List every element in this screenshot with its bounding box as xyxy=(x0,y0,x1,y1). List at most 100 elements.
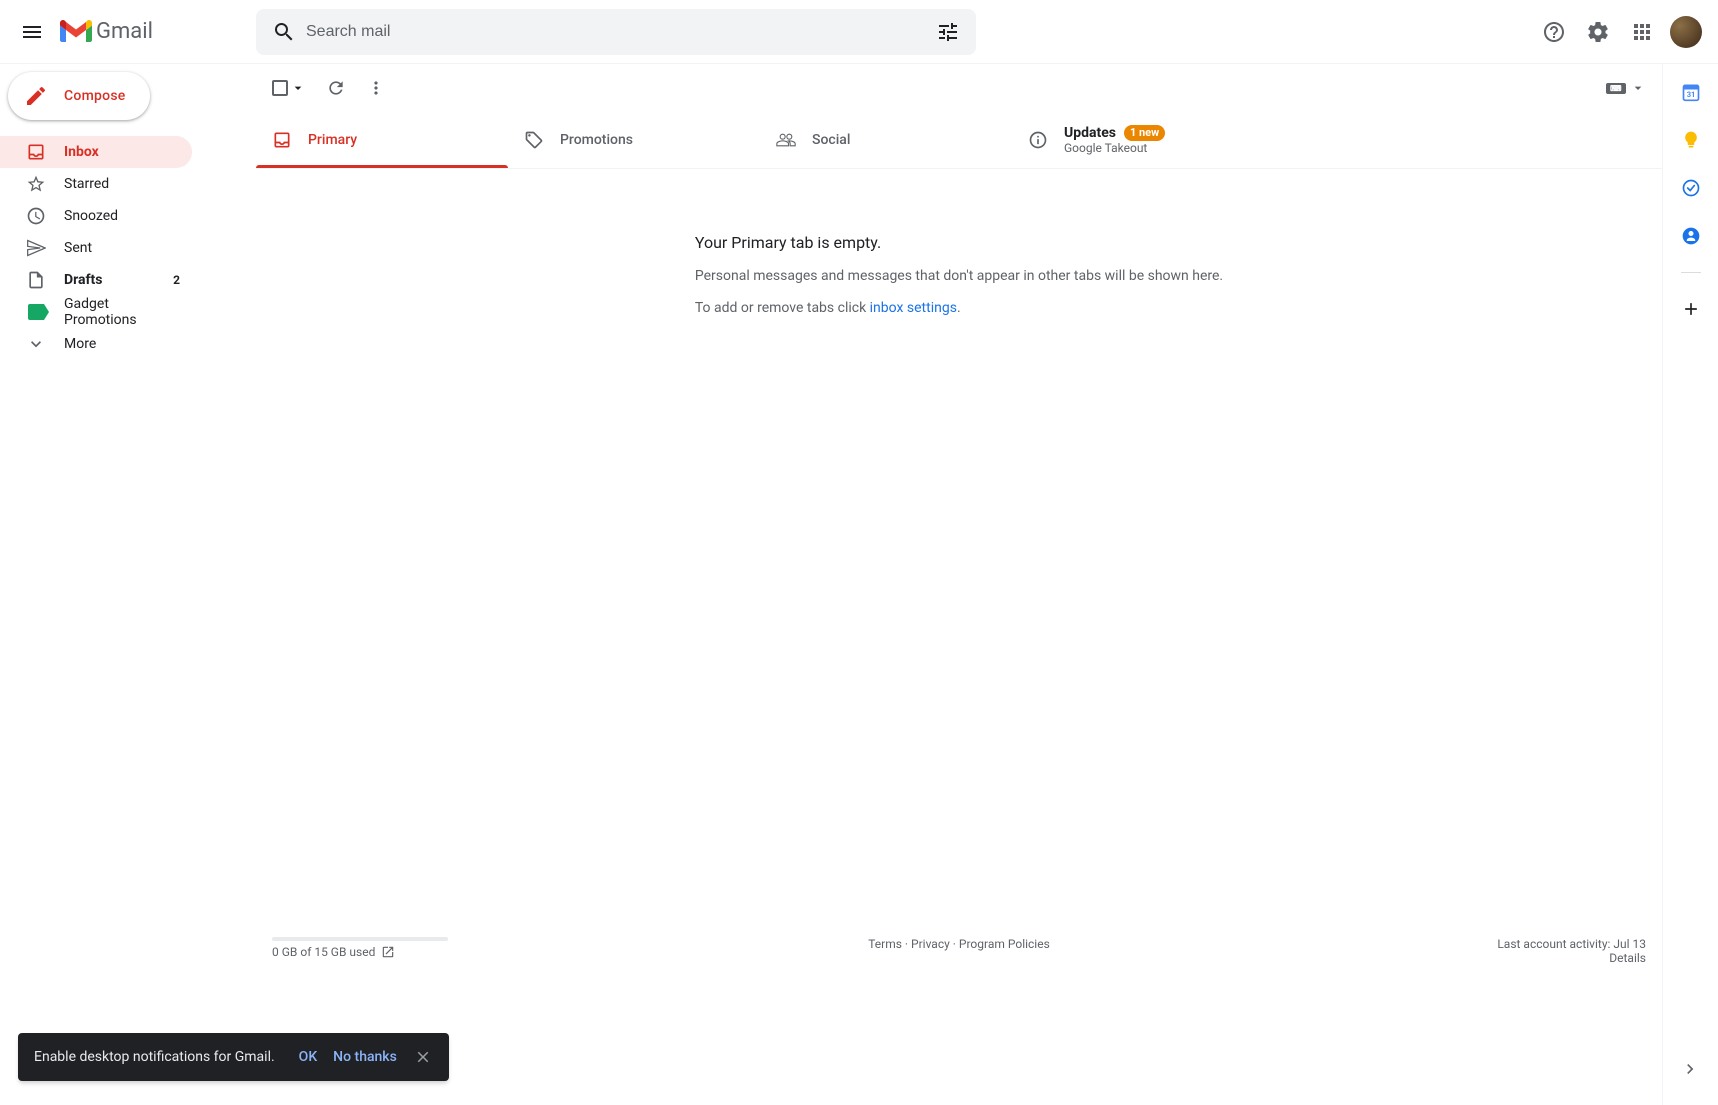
tasks-addon[interactable] xyxy=(1671,168,1711,208)
chevron-down-icon xyxy=(26,334,46,354)
toast-close-button[interactable] xyxy=(405,1039,441,1075)
tab-promotions[interactable]: Promotions xyxy=(508,112,760,168)
refresh-icon xyxy=(326,78,346,98)
search-input[interactable] xyxy=(306,23,926,41)
panel-divider xyxy=(1681,272,1701,273)
hamburger-icon xyxy=(20,20,44,44)
keep-addon[interactable] xyxy=(1671,120,1711,160)
search-form xyxy=(256,9,976,55)
input-tools-button[interactable]: ⌨ xyxy=(1606,80,1646,96)
tab-updates[interactable]: Updates 1 new Google Takeout xyxy=(1012,112,1264,168)
nav-label: Snoozed xyxy=(64,208,180,224)
toast-text: Enable desktop notifications for Gmail. xyxy=(34,1049,275,1065)
contacts-icon xyxy=(1681,226,1701,246)
sidebar: Compose Inbox Starred Snoozed Sent Draft… xyxy=(0,64,256,1105)
side-panel: 31 xyxy=(1662,64,1718,1105)
body: Compose Inbox Starred Snoozed Sent Draft… xyxy=(0,64,1718,1105)
nav-label: More xyxy=(64,336,180,352)
empty-line-1: Personal messages and messages that don'… xyxy=(695,268,1223,284)
footer: 0 GB of 15 GB used Terms · Privacy · Pro… xyxy=(256,929,1662,1105)
empty-state: Your Primary tab is empty. Personal mess… xyxy=(256,169,1662,332)
dropdown-arrow-icon xyxy=(1630,80,1646,96)
sidebar-item-snoozed[interactable]: Snoozed xyxy=(0,200,192,232)
clock-icon xyxy=(26,206,46,226)
tab-label: Promotions xyxy=(560,132,633,148)
checkbox-icon xyxy=(272,80,288,96)
inbox-icon xyxy=(272,130,292,150)
nav-label: Starred xyxy=(64,176,180,192)
tasks-icon xyxy=(1681,178,1701,198)
sidebar-item-label-gadget[interactable]: Gadget Promotions xyxy=(0,296,192,328)
close-icon xyxy=(414,1048,432,1066)
sidebar-item-sent[interactable]: Sent xyxy=(0,232,192,264)
tab-label: Updates xyxy=(1064,125,1116,141)
tune-icon xyxy=(936,20,960,44)
gmail-logo-icon xyxy=(60,20,92,44)
inbox-settings-link[interactable]: inbox settings xyxy=(870,300,957,316)
sidebar-item-drafts[interactable]: Drafts 2 xyxy=(0,264,192,296)
sidebar-item-more[interactable]: More xyxy=(0,328,192,360)
policies-link[interactable]: Program Policies xyxy=(959,937,1050,951)
search-button[interactable] xyxy=(262,10,306,54)
calendar-addon[interactable]: 31 xyxy=(1671,72,1711,112)
refresh-button[interactable] xyxy=(326,78,346,98)
terms-link[interactable]: Terms xyxy=(868,937,902,951)
star-icon xyxy=(26,174,46,194)
people-icon xyxy=(776,130,796,150)
details-link[interactable]: Details xyxy=(1609,951,1646,965)
search-icon xyxy=(272,20,296,44)
tab-primary[interactable]: Primary xyxy=(256,112,508,168)
toast-ok-button[interactable]: OK xyxy=(291,1041,326,1073)
label-icon xyxy=(28,304,44,320)
open-external-icon[interactable] xyxy=(381,945,395,959)
compose-plus-icon xyxy=(24,84,48,108)
tag-icon xyxy=(524,130,544,150)
toolbar: ⌨ xyxy=(256,64,1662,112)
tab-social[interactable]: Social xyxy=(760,112,1012,168)
settings-button[interactable] xyxy=(1578,12,1618,52)
toast-no-button[interactable]: No thanks xyxy=(325,1041,405,1073)
apps-grid-icon xyxy=(1630,20,1654,44)
sidebar-item-inbox[interactable]: Inbox xyxy=(0,136,192,168)
header: Gmail xyxy=(0,0,1718,64)
gmail-logo-text: Gmail xyxy=(92,19,153,44)
support-button[interactable] xyxy=(1534,12,1574,52)
main-menu-button[interactable] xyxy=(8,8,56,56)
main: ⌨ Primary Promotions Social Upda xyxy=(256,64,1662,1105)
tab-label: Social xyxy=(812,132,850,148)
nav-label: Drafts xyxy=(64,272,173,288)
category-tabs: Primary Promotions Social Updates 1 new … xyxy=(256,112,1662,169)
account-avatar[interactable] xyxy=(1670,16,1702,48)
toolbar-left xyxy=(272,78,386,98)
get-addons-button[interactable] xyxy=(1671,289,1711,329)
info-icon xyxy=(1028,130,1048,150)
contacts-addon[interactable] xyxy=(1671,216,1711,256)
new-count-badge: 1 new xyxy=(1124,125,1165,141)
privacy-link[interactable]: Privacy xyxy=(911,937,950,951)
last-activity-text: Last account activity: Jul 13 xyxy=(1188,937,1646,951)
keep-icon xyxy=(1681,130,1701,150)
side-panel-toggle[interactable] xyxy=(1670,1049,1710,1089)
plus-icon xyxy=(1681,299,1701,319)
search-options-button[interactable] xyxy=(926,10,970,54)
calendar-icon: 31 xyxy=(1681,82,1701,102)
empty-line-2: To add or remove tabs click inbox settin… xyxy=(695,300,1223,316)
nav-count: 2 xyxy=(173,273,180,287)
apps-button[interactable] xyxy=(1622,12,1662,52)
sidebar-item-starred[interactable]: Starred xyxy=(0,168,192,200)
compose-button[interactable]: Compose xyxy=(8,72,150,120)
more-button[interactable] xyxy=(366,78,386,98)
activity-info: Last account activity: Jul 13 Details xyxy=(1188,937,1646,965)
chevron-right-icon xyxy=(1680,1059,1700,1079)
gear-icon xyxy=(1586,20,1610,44)
select-all-button[interactable] xyxy=(272,80,306,96)
inbox-icon xyxy=(26,142,46,162)
more-vert-icon xyxy=(366,78,386,98)
footer-links: Terms · Privacy · Program Policies xyxy=(730,937,1188,965)
header-left: Gmail xyxy=(8,8,256,56)
storage-text: 0 GB of 15 GB used xyxy=(272,945,375,959)
gmail-logo[interactable]: Gmail xyxy=(56,19,153,44)
header-right xyxy=(1534,12,1710,52)
send-icon xyxy=(26,238,46,258)
nav-label: Inbox xyxy=(64,144,180,160)
